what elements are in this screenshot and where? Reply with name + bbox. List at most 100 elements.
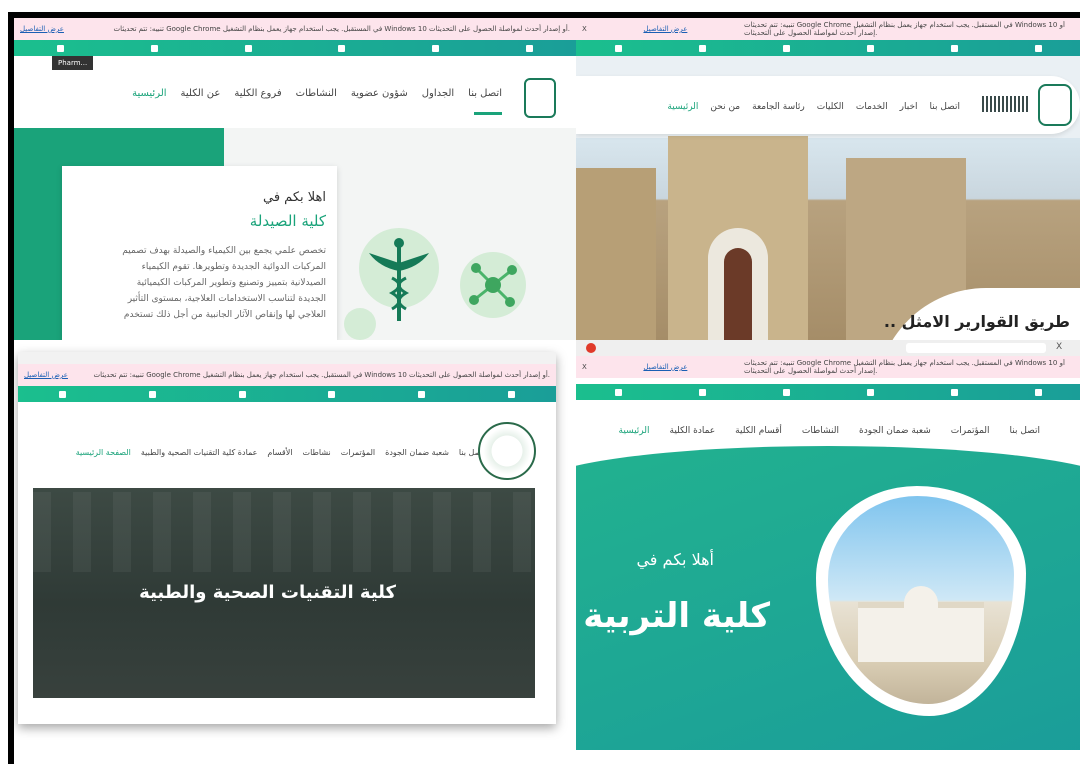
university-logo: [1038, 84, 1072, 126]
nav-contact[interactable]: اتصل بنا: [468, 88, 502, 99]
education-college-name: كلية التربية: [583, 596, 770, 636]
chrome-warning-bar: عرض التفاصيل تنبيه: تتم تحديثات Google C…: [14, 18, 576, 40]
icon-3[interactable]: [782, 388, 790, 396]
active-underline: [474, 112, 502, 115]
health-screenshot: عرض التفاصيل تنبيه: تتم تحديثات Google C…: [18, 352, 556, 724]
warning-link[interactable]: عرض التفاصيل: [643, 25, 687, 33]
health-college-name: كلية التقنيات الصحية والطبية: [139, 582, 396, 603]
icon-2[interactable]: [150, 44, 158, 52]
icon-1[interactable]: [614, 44, 622, 52]
browser-top-strip: [18, 352, 556, 364]
icon-5[interactable]: [417, 390, 425, 398]
icon-6[interactable]: [1034, 44, 1042, 52]
icon-2[interactable]: [698, 388, 706, 396]
nav-about[interactable]: من نحن: [710, 102, 740, 112]
nav-activities[interactable]: نشاطات: [303, 448, 331, 457]
nav-services[interactable]: الخدمات: [856, 102, 888, 112]
icon-5[interactable]: [950, 388, 958, 396]
icon-5[interactable]: [431, 44, 439, 52]
university-wordmark: [982, 96, 1030, 112]
warning-link[interactable]: عرض التفاصيل: [20, 25, 64, 33]
icon-1[interactable]: [614, 388, 622, 396]
nav-colleges[interactable]: الكليات: [817, 102, 844, 112]
nav-branches[interactable]: فروع الكلية: [234, 88, 281, 99]
warning-close[interactable]: X: [582, 25, 587, 33]
warning-text: تنبيه: تتم تحديثات Google Chrome في المس…: [93, 371, 550, 379]
pharmacy-nav: الرئيسية عن الكلية فروع الكلية النشاطات …: [132, 88, 502, 99]
photo-dome: [904, 586, 938, 610]
tab-close-button[interactable]: X: [1056, 342, 1062, 352]
warning-link[interactable]: عرض التفاصيل: [24, 371, 68, 379]
warning-link[interactable]: عرض التفاصيل: [643, 363, 687, 371]
icon-4[interactable]: [866, 44, 874, 52]
nav-presidency[interactable]: رئاسة الجامعة: [752, 102, 805, 112]
social-bar: [18, 386, 556, 402]
nav-home[interactable]: الصفحة الرئيسية: [76, 448, 131, 457]
microscope-icon: [344, 308, 376, 340]
nav-news[interactable]: اخبار: [900, 102, 918, 112]
education-screenshot: X X عرض التفاصيل تنبيه: تتم تحديثات Goog…: [576, 340, 1080, 750]
health-logo: [478, 422, 536, 480]
icon-6[interactable]: [1034, 388, 1042, 396]
icon-6[interactable]: [525, 44, 533, 52]
description-line-2: المركبات الدوائية الجديدة وتطويرها. تقوم…: [141, 262, 326, 272]
nav-contact[interactable]: اتصل بنا: [1010, 426, 1040, 436]
icon-3[interactable]: [782, 44, 790, 52]
icon-6[interactable]: [507, 390, 515, 398]
warning-text: تنبيه: تتم تحديثات Google Chrome في المس…: [113, 25, 570, 33]
nav-about[interactable]: عن الكلية: [181, 88, 221, 99]
social-bar: [14, 40, 576, 56]
icon-2[interactable]: [148, 390, 156, 398]
address-box[interactable]: [906, 343, 1046, 353]
molecule-icon: [469, 263, 517, 307]
health-nav: الصفحة الرئيسية عمادة كلية التقنيات الصح…: [76, 448, 486, 457]
nav-schedules[interactable]: الجداول: [422, 88, 454, 99]
icon-4[interactable]: [328, 390, 336, 398]
building-left-wing: [576, 168, 656, 340]
tooltip: Pharm...: [52, 56, 94, 70]
caduceus-icon: [369, 238, 429, 321]
description-line-5: العلاجي لها وإنقاص الآثار الجانبية من أج…: [123, 310, 326, 320]
icon-3[interactable]: [238, 390, 246, 398]
nav-departments[interactable]: أقسام الكلية: [735, 426, 782, 436]
nav-home[interactable]: الرئيسية: [619, 426, 650, 436]
browser-tab-bar: X: [576, 340, 1080, 356]
social-bar: [576, 40, 1080, 56]
nav-departments[interactable]: الأقسام: [267, 448, 292, 457]
nav-quality[interactable]: شعبة ضمان الجودة: [385, 448, 449, 457]
nav-home[interactable]: الرئيسية: [667, 102, 698, 112]
chrome-warning-bar: X عرض التفاصيل تنبيه: تتم تحديثات Google…: [576, 18, 1080, 40]
pharmacy-logo: [524, 78, 556, 118]
nav-conferences[interactable]: المؤتمرات: [341, 448, 375, 457]
university-slogan: طريق القوارير الامثل ..: [883, 312, 1070, 331]
nav-deanship[interactable]: عمادة كلية التقنيات الصحية والطبية: [141, 448, 258, 457]
icon-3[interactable]: [244, 44, 252, 52]
icon-4[interactable]: [866, 388, 874, 396]
description-line-3: الصيدلانية بتمييز وتصنيع وتطوير المركبات…: [136, 278, 326, 288]
chrome-warning-bar: عرض التفاصيل تنبيه: تتم تحديثات Google C…: [18, 364, 556, 386]
nav-conferences[interactable]: المؤتمرات: [951, 426, 990, 436]
education-nav: الرئيسية عمادة الكلية أقسام الكلية النشا…: [619, 426, 1040, 436]
warning-text: تنبيه: تتم تحديثات Google Chrome في المس…: [744, 359, 1065, 375]
nav-quality[interactable]: شعبة ضمان الجودة: [859, 426, 931, 436]
description-line-1: تخصص علمي يجمع بين الكيمياء والصيدلة بهد…: [122, 246, 326, 256]
warning-close[interactable]: X: [582, 363, 587, 371]
icon-4[interactable]: [338, 44, 346, 52]
nav-home[interactable]: الرئيسية: [132, 88, 166, 99]
icon-1[interactable]: [59, 390, 67, 398]
pharmacy-screenshot: عرض التفاصيل تنبيه: تتم تحديثات Google C…: [14, 18, 576, 340]
nav-activities[interactable]: النشاطات: [802, 426, 839, 436]
welcome-text: اهلا بكم في: [263, 190, 326, 205]
nav-contact[interactable]: اتصل بنا: [930, 102, 960, 112]
university-screenshot: X عرض التفاصيل تنبيه: تتم تحديثات Google…: [576, 18, 1080, 340]
icon-1[interactable]: [57, 44, 65, 52]
icon-2[interactable]: [698, 44, 706, 52]
icon-5[interactable]: [950, 44, 958, 52]
description-line-4: الجديدة لتناسب الاستخدامات العلاجية، بمس…: [127, 294, 326, 304]
university-nav: الرئيسية من نحن رئاسة الجامعة الكليات ال…: [667, 102, 960, 112]
nav-affairs[interactable]: شؤون عضوية: [351, 88, 408, 99]
warning-text: تنبيه: تتم تحديثات Google Chrome في المس…: [744, 21, 1065, 37]
nav-activities[interactable]: النشاطات: [296, 88, 337, 99]
college-name: كلية الصيدلة: [249, 212, 326, 230]
nav-deanship[interactable]: عمادة الكلية: [670, 426, 716, 436]
